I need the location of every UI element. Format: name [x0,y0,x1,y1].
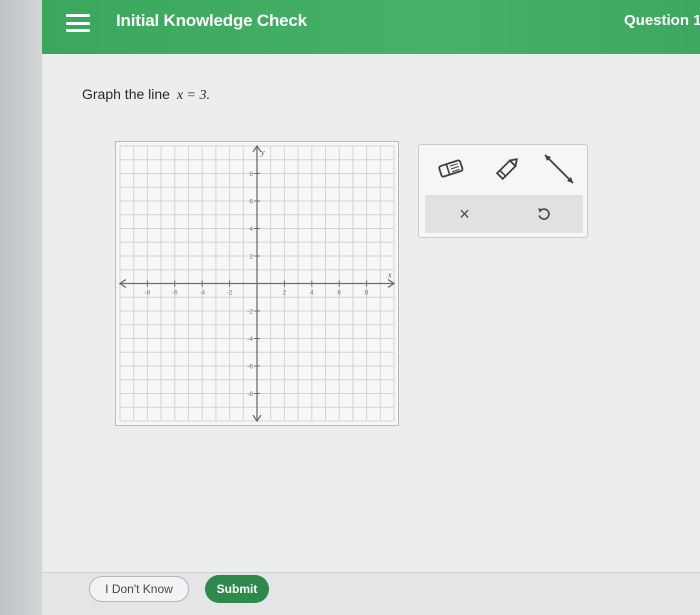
pencil-tool-button[interactable] [489,153,525,185]
x-tick-label: -2 [227,289,233,296]
action-row: × [425,195,583,233]
menu-icon[interactable] [64,11,92,35]
y-tick-label: 4 [249,226,253,233]
x-tick-label: -6 [172,289,178,296]
question-prompt: Graph the line x = 3. [82,86,210,104]
graph-tool-panel: × [418,144,588,238]
top-header: Initial Knowledge Check Question 12 [42,0,700,54]
y-tick-label: -2 [247,308,253,315]
line-tool-icon [544,154,574,184]
undo-button[interactable] [504,195,583,233]
question-content: Graph the line x = 3. x y -8 -6 -4 -2 2 4 6 8 8 6 4 2… [42,54,700,572]
coordinate-grid[interactable]: x y -8 -6 -4 -2 2 4 6 8 8 6 4 2 -2 -4 -6 -8 [116,142,398,425]
y-tick-label: 2 [249,253,253,260]
left-edge-strip [0,0,42,615]
graphing-area[interactable]: x y -8 -6 -4 -2 2 4 6 8 8 6 4 2 -2 -4 -6 -8 [115,141,399,426]
pencil-icon [495,158,518,181]
eraser-icon [438,159,464,178]
x-tick-label: -4 [199,289,205,296]
prompt-text: Graph the line [82,86,170,102]
y-axis-label: y [260,148,265,157]
x-tick-label: 2 [283,289,287,296]
y-tick-label: -6 [247,363,253,370]
y-tick-label: 6 [249,198,253,205]
y-tick-label: 8 [249,171,253,178]
page-title: Initial Knowledge Check [116,11,307,30]
x-tick-label: -8 [145,289,151,296]
prompt-equation: x = 3. [176,88,211,103]
x-axis-label: x [387,271,392,280]
question-number: Question 12 [624,12,700,29]
footer-bar: I Don't Know Submit [42,572,700,615]
line-tool-button[interactable] [541,153,577,185]
submit-button[interactable]: Submit [205,575,269,603]
x-tick-label: 6 [337,289,341,296]
eraser-tool-button[interactable] [433,153,469,185]
x-tick-label: 4 [310,289,314,296]
tool-row [419,145,587,193]
clear-button[interactable]: × [425,195,504,233]
dont-know-button[interactable]: I Don't Know [89,576,189,602]
y-tick-label: -8 [247,391,253,398]
undo-icon [537,208,550,220]
y-tick-label: -4 [247,336,253,343]
close-icon: × [459,203,470,224]
x-tick-label: 8 [365,289,369,296]
